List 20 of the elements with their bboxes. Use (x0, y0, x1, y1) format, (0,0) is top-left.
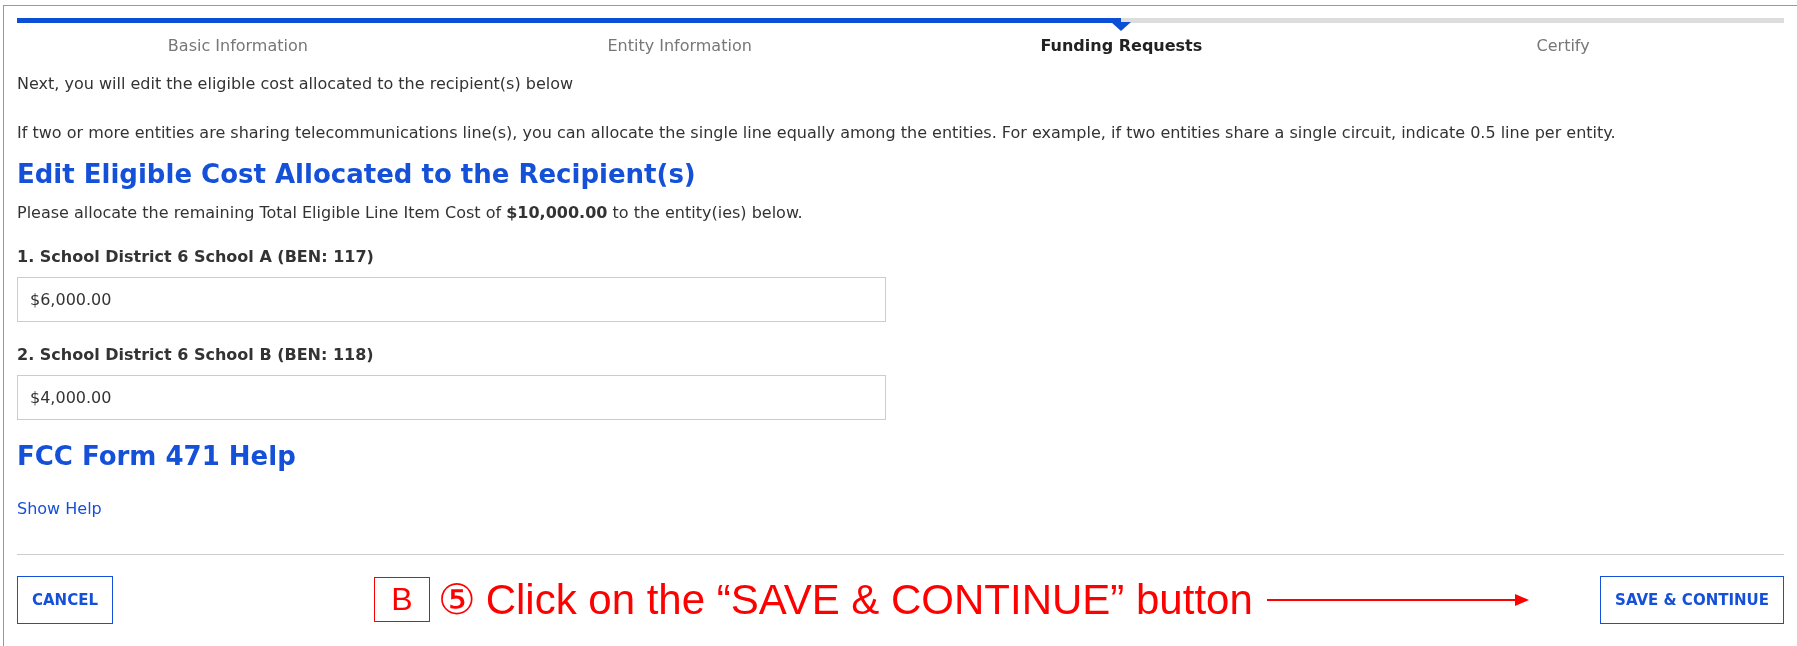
step-label: Funding Requests (1039, 35, 1204, 57)
help-heading: FCC Form 471 Help (17, 440, 297, 473)
section-heading: Edit Eligible Cost Allocated to the Recipient(s) (17, 158, 697, 191)
annotation-text: Click on the “SAVE & CONTINUE” button (485, 575, 1253, 624)
step-label: Entity Information (606, 35, 753, 57)
step-label: Basic Information (166, 35, 309, 57)
instruction-text: Please allocate the remaining Total Eligible Line Item Cost of $10,000.00 to the entity(ies) below. (17, 202, 804, 224)
entity-label: 2. School District 6 School B (BEN: 118) (17, 344, 375, 366)
arrow-icon (1266, 592, 1529, 607)
cancel-button[interactable]: CANCEL (17, 575, 113, 624)
entity-label: 1. School District 6 School A (BEN: 117) (17, 246, 375, 268)
annotation-tag: B (374, 577, 430, 622)
show-help-link[interactable]: Show Help (17, 498, 102, 520)
step-label: Certify (1535, 35, 1591, 57)
cost-input[interactable]: $6,000.00 (17, 277, 886, 322)
intro-text: Next, you will edit the eligible cost allocated to the recipient(s) below (17, 73, 575, 95)
step-number: ⑤ (437, 575, 476, 624)
save-continue-button[interactable]: SAVE & CONTINUE (1600, 575, 1784, 624)
cost-input[interactable]: $4,000.00 (17, 375, 886, 420)
intro-text: If two or more entities are sharing telecommunications line(s), you can allocate the single line equally among the entities. For example, if two entities share a single circuit, indicate 0.5 line per entity. (17, 122, 1617, 144)
